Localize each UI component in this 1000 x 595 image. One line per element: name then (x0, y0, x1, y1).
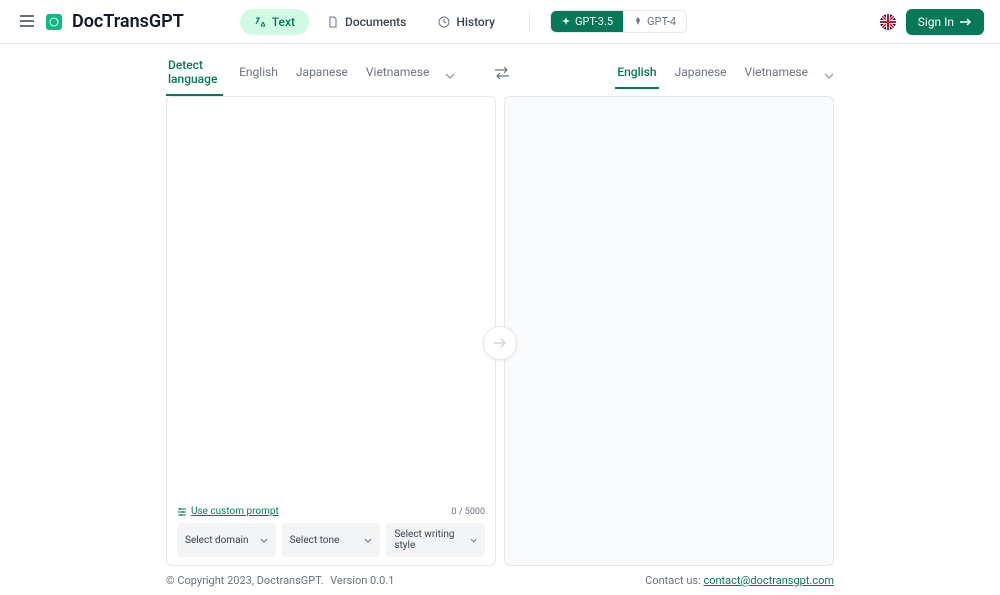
rocket-icon (633, 17, 643, 27)
char-count: 0 / 5000 (452, 507, 485, 517)
tab-source-english[interactable]: English (237, 57, 280, 89)
gpt4-button[interactable]: GPT-4 (623, 11, 686, 32)
chevron-down-icon[interactable] (445, 64, 455, 83)
nav-documents-label: Documents (345, 15, 406, 29)
contact-label: Contact us: (645, 574, 703, 587)
language-bar: Detect language English Japanese Vietnam… (0, 50, 1000, 96)
chevron-down-icon (364, 538, 372, 543)
nav-history-label: History (456, 15, 495, 29)
clock-icon (438, 16, 450, 28)
nav-text-label: Text (272, 15, 295, 29)
custom-prompt-label: Use custom prompt (191, 506, 279, 517)
nav-history-button[interactable]: History (424, 9, 509, 35)
footer-left: © Copyright 2023, DoctransGPT. Version 0… (166, 574, 394, 587)
select-style-label: Select writing style (394, 529, 469, 551)
footer-right: Contact us: contact@doctransgpt.com (645, 574, 834, 587)
custom-prompt-link[interactable]: Use custom prompt (177, 506, 279, 517)
main-panels: Use custom prompt 0 / 5000 Select domain… (0, 96, 1000, 566)
output-area (505, 97, 833, 565)
chevron-down-icon (470, 538, 477, 543)
header-right: Sign In (880, 9, 984, 35)
swap-languages-button[interactable] (495, 64, 509, 83)
tab-source-japanese[interactable]: Japanese (294, 57, 350, 89)
tab-detect-language[interactable]: Detect language (166, 50, 223, 96)
input-panel: Use custom prompt 0 / 5000 Select domain… (166, 96, 496, 566)
signin-button[interactable]: Sign In (906, 9, 984, 35)
nav-documents-button[interactable]: Documents (313, 9, 420, 35)
nav-text-button[interactable]: Text (240, 9, 309, 35)
select-tone[interactable]: Select tone (282, 523, 381, 557)
menu-icon[interactable] (16, 8, 38, 35)
version-text: Version 0.0.1 (330, 574, 394, 587)
language-flag-icon[interactable] (880, 14, 896, 30)
sparkle-icon (561, 17, 571, 27)
target-lang-tabs: English Japanese Vietnamese (615, 57, 834, 89)
tab-target-vietnamese[interactable]: Vietnamese (743, 57, 810, 89)
select-tone-label: Select tone (290, 535, 340, 546)
copyright-text: © Copyright 2023, DoctransGPT. (166, 574, 324, 587)
nav-group: Text Documents History (240, 9, 509, 35)
translate-icon (254, 16, 266, 28)
signin-label: Sign In (918, 15, 954, 29)
header: DocTransGPT Text Documents History GPT-3… (0, 0, 1000, 44)
tab-target-english[interactable]: English (615, 57, 658, 89)
translate-button[interactable] (483, 326, 517, 360)
tab-source-vietnamese[interactable]: Vietnamese (364, 57, 431, 89)
select-domain-label: Select domain (185, 535, 248, 546)
contact-email-link[interactable]: contact@doctransgpt.com (703, 574, 834, 587)
sliders-icon (177, 507, 187, 517)
chevron-down-icon (260, 538, 268, 543)
footer: © Copyright 2023, DoctransGPT. Version 0… (0, 566, 1000, 595)
document-icon (327, 16, 339, 28)
chevron-down-icon[interactable] (824, 64, 834, 83)
arrow-right-icon (493, 337, 507, 349)
input-textarea[interactable] (167, 97, 495, 498)
app-title: DocTransGPT (72, 11, 184, 32)
output-panel (504, 96, 834, 566)
select-style[interactable]: Select writing style (386, 523, 485, 557)
gpt35-button[interactable]: GPT-3.5 (551, 11, 623, 32)
input-footer: Use custom prompt 0 / 5000 Select domain… (167, 498, 495, 565)
logo-icon (46, 14, 62, 30)
select-domain[interactable]: Select domain (177, 523, 276, 557)
tab-target-japanese[interactable]: Japanese (673, 57, 729, 89)
divider (529, 12, 530, 32)
arrow-right-icon (960, 17, 972, 27)
gpt-selector: GPT-3.5 GPT-4 (550, 10, 687, 33)
source-lang-tabs: Detect language English Japanese Vietnam… (166, 50, 455, 96)
gpt4-label: GPT-4 (647, 15, 676, 28)
gpt35-label: GPT-3.5 (575, 15, 613, 28)
